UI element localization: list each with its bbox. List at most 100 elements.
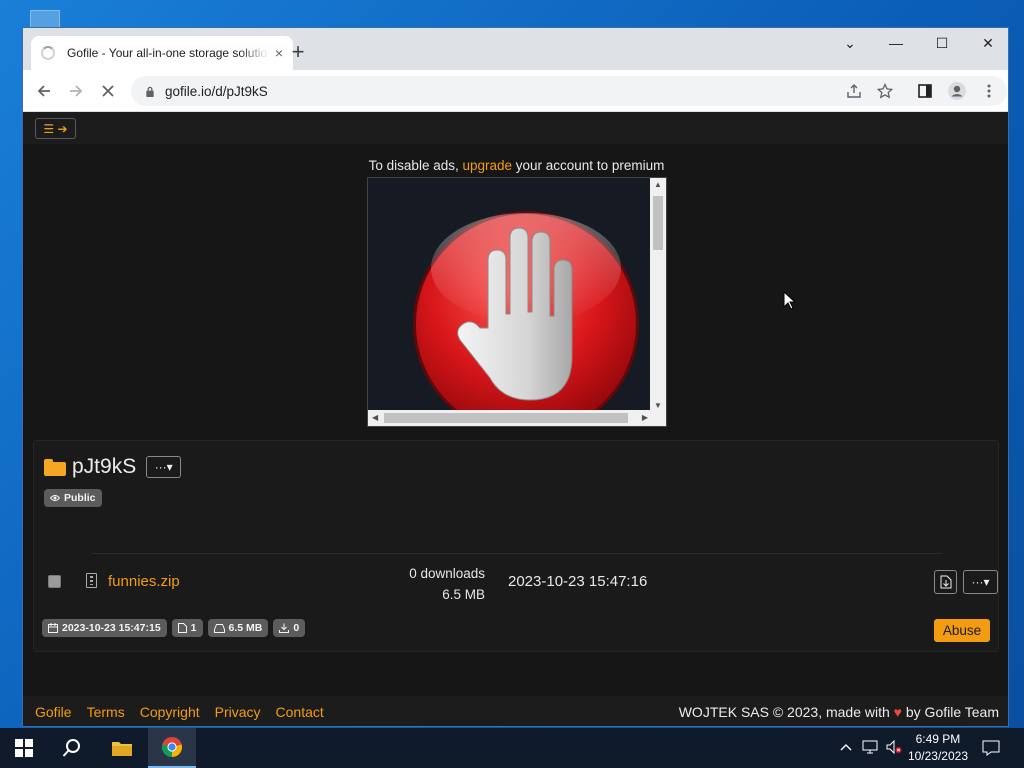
stop-loading-button[interactable] [97,80,119,102]
forward-arrow-icon [70,85,83,97]
calendar-icon [48,623,58,633]
footer-link-gofile[interactable]: Gofile [35,704,72,720]
tab-search-button[interactable]: ⌄ [827,28,873,58]
upgrade-link[interactable]: upgrade [462,158,512,173]
footer-link-privacy[interactable]: Privacy [215,704,261,720]
ad-horizontal-scrollbar[interactable]: ◀ ▶ [368,410,652,426]
browser-toolbar: gofile.io/d/pJt9kS [23,70,1008,112]
created-date: 2023-10-23 15:47:15 [62,622,161,634]
divider [92,553,942,554]
url-text: gofile.io/d/pJt9kS [165,83,268,99]
file-count: 1 [190,622,197,634]
scroll-up-icon[interactable]: ▲ [654,180,662,189]
scroll-left-icon[interactable]: ◀ [372,413,378,422]
tab-title: Gofile - Your all-in-one storage solutio… [67,46,269,60]
footer-links: Gofile Terms Copyright Privacy Contact [35,704,324,720]
back-button[interactable] [33,80,55,102]
file-name-link[interactable]: funnies.zip [108,573,180,590]
side-panel-icon [918,84,932,98]
mouse-cursor-icon [783,291,795,310]
notification-icon [982,740,1000,756]
chrome-taskbar-button[interactable] [148,728,196,768]
top-nav-bar [23,112,1008,144]
file-stats: 0 downloads 6.5 MB [394,563,485,605]
file-explorer-button[interactable] [98,728,146,768]
eye-icon [50,495,60,501]
file-download-button[interactable] [934,570,957,594]
notifications-button[interactable] [982,740,1000,759]
lock-icon [146,86,154,97]
scroll-thumb[interactable] [384,413,628,423]
file-options-button[interactable]: ···▾ [963,570,998,594]
hard-drive-icon [213,623,225,633]
tab-bar: Gofile - Your all-in-one storage solutio… [23,28,1008,70]
stop-hand-icon [413,211,639,426]
file-size: 6.5 MB [442,587,485,602]
file-select-checkbox[interactable] [48,575,61,588]
kebab-menu-icon [987,84,991,98]
tab-gofile[interactable]: Gofile - Your all-in-one storage solutio… [31,36,293,70]
avatar-icon [948,82,966,100]
zip-file-icon [86,573,97,588]
taskbar: 6:49 PM 10/23/2023 [0,728,1024,768]
folder-name: pJt9kS [72,455,137,478]
total-size-badge: 6.5 MB [207,619,269,637]
scroll-thumb[interactable] [653,196,663,250]
scroll-right-icon[interactable]: ▶ [642,413,648,422]
profile-button[interactable] [946,80,968,102]
file-date: 2023-10-23 15:47:16 [508,573,648,590]
bookmark-button[interactable] [874,80,896,102]
footer-link-copyright[interactable]: Copyright [140,704,200,720]
download-file-icon [940,575,951,589]
folder-options-button[interactable]: ···▾ [146,456,182,478]
network-icon[interactable] [862,740,878,757]
folder-icon [112,742,132,756]
new-tab-button[interactable]: + [285,40,311,64]
ad-notice-suffix: your account to premium [512,158,665,173]
show-hidden-icons-button[interactable] [840,740,852,754]
folder-header: pJt9kS ···▾ [44,455,182,479]
credit-prefix: WOJTEK SAS © 2023, made with [678,704,890,720]
ad-iframe[interactable]: ▲ ▼ ◀ ▶ [367,177,667,427]
file-icon [177,623,187,633]
file-downloads: 0 downloads [409,566,485,581]
footer-credit: WOJTEK SAS © 2023, made with ♥ by Gofile… [679,704,999,720]
network-icon [862,740,878,754]
footer-link-terms[interactable]: Terms [87,704,125,720]
folder-meta: 2023-10-23 15:47:15 1 6.5 MB 0 [42,619,306,637]
share-button[interactable] [843,80,865,102]
volume-muted-icon [886,739,902,755]
close-icon [102,85,114,97]
footer-link-contact[interactable]: Contact [276,704,324,720]
star-icon [877,83,893,99]
scroll-corner [650,410,666,426]
chevron-up-icon [840,744,852,751]
scroll-down-icon[interactable]: ▼ [654,401,662,410]
total-size: 6.5 MB [228,622,263,634]
heart-icon: ♥ [893,704,902,720]
start-button[interactable] [0,728,48,768]
ad-notice: To disable ads, upgrade your account to … [23,158,1008,173]
forward-button[interactable] [65,80,87,102]
volume-icon[interactable] [886,739,902,757]
file-count-badge: 1 [171,619,203,637]
tab-close-button[interactable]: × [275,45,283,61]
taskbar-clock[interactable]: 6:49 PM 10/23/2023 [908,731,968,765]
abuse-button[interactable]: Abuse [934,619,990,642]
minimize-button[interactable]: — [873,28,919,58]
side-panel-button[interactable] [914,80,936,102]
folder-icon [44,458,66,476]
sidebar-toggle-button[interactable]: ☰ ➔ [35,118,76,139]
search-button[interactable] [48,728,96,768]
browser-menu-button[interactable] [978,80,1000,102]
maximize-button[interactable]: ☐ [919,28,965,58]
close-window-button[interactable]: ✕ [965,28,1008,58]
search-icon [62,739,80,757]
loading-spinner-icon [41,46,55,60]
ad-vertical-scrollbar[interactable]: ▲ ▼ [650,178,666,412]
windows-logo-icon [15,739,33,757]
credit-suffix: by Gofile Team [905,704,999,720]
visibility-badge: Public [44,489,102,507]
browser-window: Gofile - Your all-in-one storage solutio… [22,27,1009,727]
desktop-icon[interactable] [30,10,60,28]
